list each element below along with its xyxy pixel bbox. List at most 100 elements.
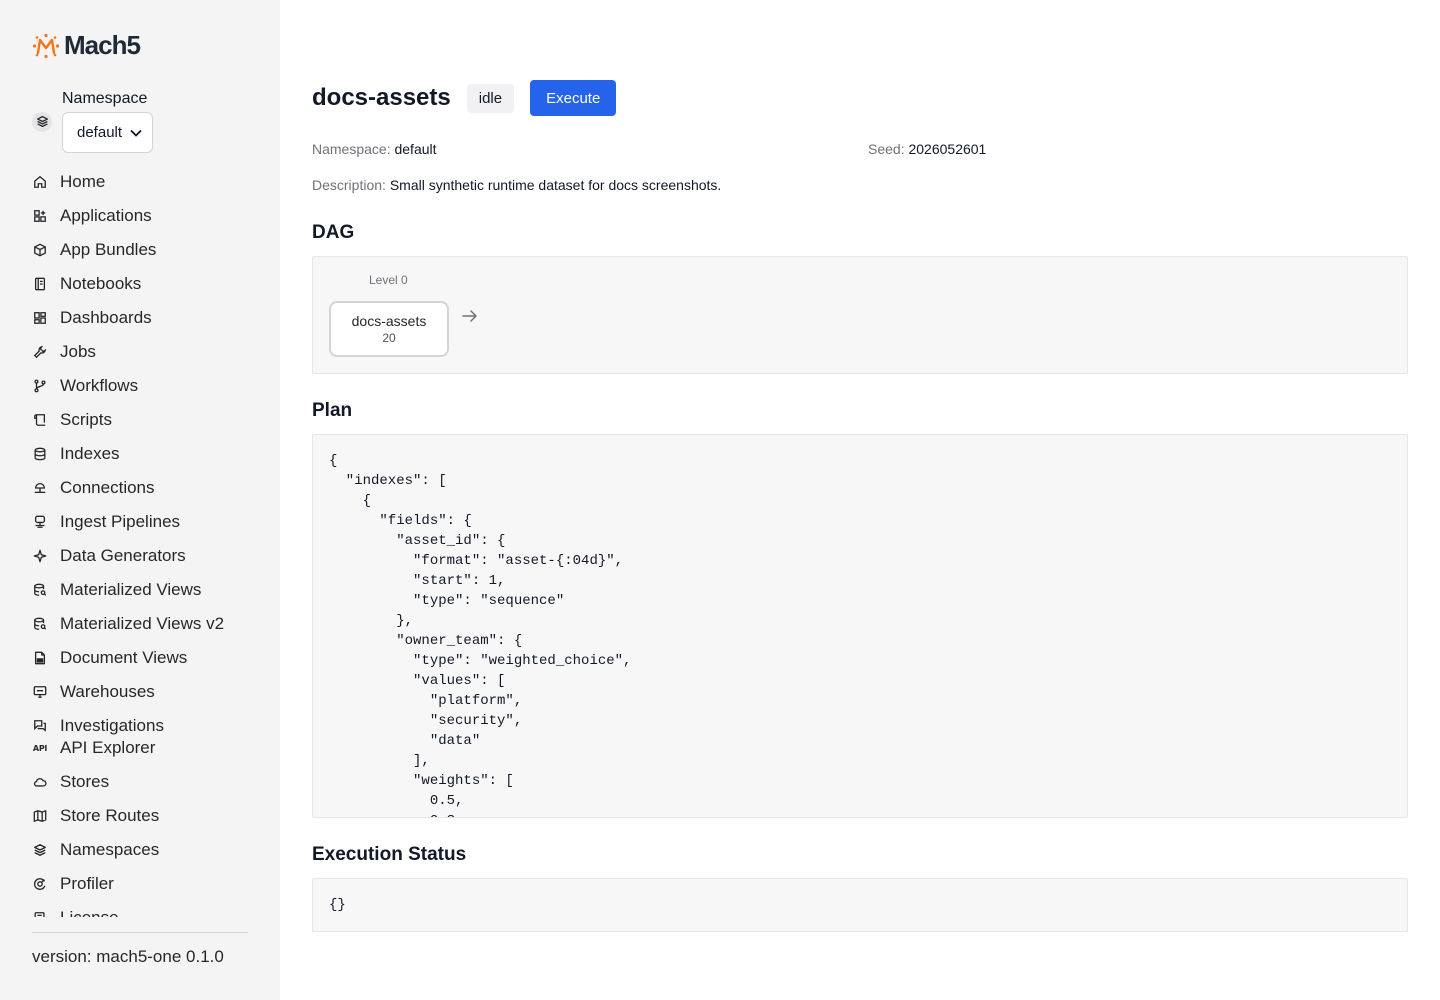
sidebar-item-namespaces[interactable]: Namespaces — [32, 833, 252, 867]
seed-meta: Seed: 2026052601 — [868, 141, 986, 157]
sidebar-item-warehouses[interactable]: Warehouses — [32, 675, 252, 709]
sidebar-item-materialized-views[interactable]: Materialized Views — [32, 573, 252, 607]
sidebar-item-stores[interactable]: Stores — [32, 765, 252, 799]
sidebar-item-applications[interactable]: Applications — [32, 199, 252, 233]
sidebar-item-app-bundles[interactable]: App Bundles — [32, 233, 252, 267]
notebook-icon — [32, 276, 48, 292]
namespace-meta: Namespace: default — [312, 141, 437, 157]
sidebar-item-notebooks[interactable]: Notebooks — [32, 267, 252, 301]
layers-icon — [32, 111, 52, 132]
cloud-icon — [32, 774, 48, 790]
description-meta-key: Description: — [312, 177, 386, 193]
plan-json-code: { "indexes": [ { "fields": { "asset_id":… — [329, 453, 632, 817]
sidebar-item-license[interactable]: License — [32, 901, 252, 917]
sidebar-item-label: Connections — [60, 478, 155, 497]
api-icon: API — [32, 743, 48, 753]
sidebar-item-label: Document Views — [60, 648, 188, 667]
status-badge: idle — [466, 83, 515, 113]
execute-button[interactable]: Execute — [530, 80, 617, 116]
dag-node[interactable]: docs-assets 20 — [329, 301, 449, 357]
sidebar-item-label: Materialized Views — [60, 580, 202, 599]
mach5-logo[interactable]: Mach5 — [32, 30, 141, 61]
sidebar-item-connections[interactable]: Connections — [32, 471, 252, 505]
sidebar-item-data-generators[interactable]: Data Generators — [32, 539, 252, 573]
layers-icon — [32, 842, 48, 858]
version-label: version: mach5-one 0.1.0 — [32, 947, 224, 966]
plan-scroll-area[interactable]: { "indexes": [ { "fields": { "asset_id":… — [329, 451, 1391, 817]
description-meta: Description: Small synthetic runtime dat… — [312, 177, 721, 193]
profiler-icon — [32, 876, 48, 892]
sidebar-item-scripts[interactable]: Scripts — [32, 403, 252, 437]
sidebar-item-label: Data Generators — [60, 546, 186, 565]
execution-status-code: {} — [329, 897, 346, 913]
investigation-icon — [32, 718, 48, 734]
dag-node-count: 20 — [382, 331, 396, 345]
brand-name: Mach5 — [64, 30, 141, 60]
page-title: docs-assets — [312, 84, 451, 111]
sidebar-item-label: Investigations — [60, 716, 164, 735]
sidebar-item-label: Ingest Pipelines — [60, 512, 181, 531]
description-meta-value: Small synthetic runtime dataset for docs… — [389, 177, 722, 193]
sidebar-item-workflows[interactable]: Workflows — [32, 369, 252, 403]
sidebar-item-dashboards[interactable]: Dashboards — [32, 301, 252, 335]
sidebar-item-investigations[interactable]: Investigations — [32, 715, 252, 737]
sidebar-item-home[interactable]: Home — [32, 165, 252, 199]
sidebar-item-materialized-views-v2[interactable]: Materialized Views v2 — [32, 607, 252, 641]
sidebar-item-label: Profiler — [60, 874, 114, 893]
script-icon — [32, 412, 48, 428]
sidebar-item-indexes[interactable]: Indexes — [32, 437, 252, 471]
plan-panel[interactable]: { "indexes": [ { "fields": { "asset_id":… — [312, 434, 1408, 818]
database-icon — [32, 446, 48, 462]
sidebar-item-jobs[interactable]: Jobs — [32, 335, 252, 369]
namespace-select[interactable]: default — [62, 112, 153, 153]
database-search-icon — [32, 616, 48, 632]
sidebar-item-label: Workflows — [60, 376, 139, 395]
connection-icon — [32, 480, 48, 496]
document-icon — [32, 650, 48, 666]
sidebar-item-label: Store Routes — [60, 806, 160, 825]
database-search-icon — [32, 582, 48, 598]
sidebar-item-ingest-pipelines[interactable]: Ingest Pipelines — [32, 505, 252, 539]
seed-meta-value: 2026052601 — [908, 141, 987, 157]
plan-section-title: Plan — [312, 400, 353, 421]
sparkle-icon — [32, 548, 48, 564]
dag-level-label: Level 0 — [369, 273, 408, 287]
sidebar-item-label: Dashboards — [60, 308, 152, 327]
sidebar-item-label: Home — [60, 172, 106, 191]
package-icon — [32, 242, 48, 258]
sidebar-item-label: Applications — [60, 206, 152, 225]
sidebar-item-label: License — [60, 908, 119, 917]
namespace-select-value: default — [77, 124, 123, 141]
mach5-logo-mark-icon — [32, 33, 60, 58]
dag-section-title: DAG — [312, 222, 355, 243]
sidebar: Mach5 Namespace default Home Application… — [0, 0, 280, 1000]
sidebar-item-label: App Bundles — [60, 240, 157, 259]
sidebar-item-api-explorer[interactable]: API API Explorer — [32, 737, 252, 759]
home-icon — [32, 174, 48, 190]
execution-status-panel: {} — [312, 878, 1408, 932]
sidebar-nav: Home Applications App Bundles Notebooks … — [32, 165, 252, 917]
map-icon — [32, 808, 48, 824]
seed-meta-key: Seed: — [868, 141, 905, 157]
dashboard-icon — [32, 310, 48, 326]
execution-status-title: Execution Status — [312, 844, 467, 865]
dag-node-name: docs-assets — [351, 313, 427, 329]
namespace-meta-key: Namespace: — [312, 141, 391, 157]
sidebar-divider — [32, 932, 248, 933]
arrow-right-icon — [462, 310, 477, 322]
namespace-label: Namespace — [62, 90, 148, 107]
sidebar-item-label: API Explorer — [60, 738, 156, 757]
sidebar-item-label: Notebooks — [60, 274, 142, 293]
sidebar-item-label: Warehouses — [60, 682, 155, 701]
chevron-down-icon — [130, 129, 142, 137]
sidebar-item-profiler[interactable]: Profiler — [32, 867, 252, 901]
pipeline-icon — [32, 514, 48, 530]
sidebar-item-label: Scripts — [60, 410, 112, 429]
namespace-meta-value: default — [394, 141, 437, 157]
page-header: docs-assets idle Execute — [312, 80, 617, 116]
sidebar-item-document-views[interactable]: Document Views — [32, 641, 252, 675]
namespace-selector: Namespace default — [32, 90, 153, 153]
apps-icon — [32, 208, 48, 224]
monitor-icon — [32, 684, 48, 700]
sidebar-item-store-routes[interactable]: Store Routes — [32, 799, 252, 833]
